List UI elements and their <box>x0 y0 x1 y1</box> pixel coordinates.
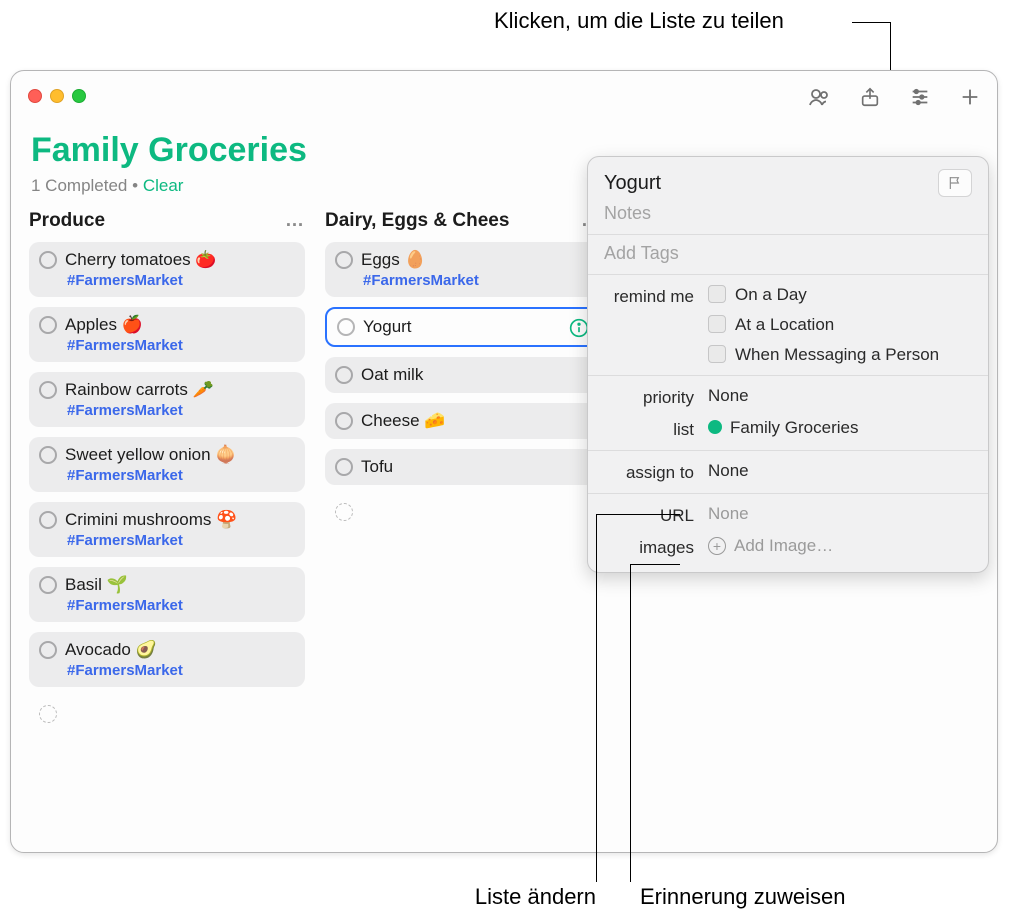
checkbox-icon[interactable] <box>39 511 57 529</box>
checkbox-icon[interactable] <box>335 412 353 430</box>
checkbox-icon[interactable] <box>335 458 353 476</box>
minimize-window-icon[interactable] <box>50 89 64 103</box>
notes-field[interactable]: Notes <box>604 203 972 224</box>
toolbar <box>803 81 987 113</box>
item-tag[interactable]: #FarmersMarket <box>67 597 293 614</box>
checkbox-icon[interactable] <box>39 576 57 594</box>
checkbox-icon[interactable] <box>335 251 353 269</box>
callout-line <box>596 514 597 882</box>
app-window: Family Groceries 1 Completed • Clear Pro… <box>10 70 998 853</box>
item-label: Apples 🍎 <box>65 315 143 335</box>
remind-label: remind me <box>604 285 708 307</box>
close-window-icon[interactable] <box>28 89 42 103</box>
details-panel: Yogurt Notes Add Tags remind me On a Day… <box>587 156 989 573</box>
images-label: images <box>604 536 708 558</box>
callout-line <box>596 514 680 515</box>
list-item[interactable]: Sweet yellow onion 🧅 #FarmersMarket <box>29 437 305 492</box>
checkbox-icon[interactable] <box>39 705 57 723</box>
column-produce: Produce … Cherry tomatoes 🍅 #FarmersMark… <box>29 210 305 741</box>
window-controls[interactable] <box>28 89 86 103</box>
item-label: Rainbow carrots 🥕 <box>65 380 214 400</box>
list-value[interactable]: Family Groceries <box>708 418 972 438</box>
share-icon[interactable] <box>853 81 887 113</box>
item-label: Oat milk <box>361 365 423 385</box>
item-label: Tofu <box>361 457 393 477</box>
remind-messaging-checkbox[interactable]: When Messaging a Person <box>708 345 972 365</box>
priority-value[interactable]: None <box>708 386 972 406</box>
list-item[interactable]: Cherry tomatoes 🍅 #FarmersMarket <box>29 242 305 297</box>
list-label: list <box>604 418 708 440</box>
item-tag[interactable]: #FarmersMarket <box>67 337 293 354</box>
remind-location-checkbox[interactable]: At a Location <box>708 315 972 335</box>
checkbox-icon[interactable] <box>337 318 355 336</box>
callout-change-list: Liste ändern <box>446 884 596 910</box>
item-label: Eggs 🥚 <box>361 250 426 270</box>
item-tag[interactable]: #FarmersMarket <box>67 402 293 419</box>
callout-line <box>630 564 680 565</box>
item-label: Sweet yellow onion 🧅 <box>65 445 236 465</box>
list-item[interactable]: Oat milk <box>325 357 601 393</box>
collaborate-icon[interactable] <box>803 81 837 113</box>
checkbox-icon[interactable] <box>39 446 57 464</box>
list-item[interactable]: Avocado 🥑 #FarmersMarket <box>29 632 305 687</box>
new-item[interactable] <box>325 495 601 529</box>
item-label: Crimini mushrooms 🍄 <box>65 510 237 530</box>
list-item[interactable]: Crimini mushrooms 🍄 #FarmersMarket <box>29 502 305 557</box>
item-tag[interactable]: #FarmersMarket <box>67 467 293 484</box>
list-item[interactable]: Rainbow carrots 🥕 #FarmersMarket <box>29 372 305 427</box>
item-tag[interactable]: #FarmersMarket <box>363 272 589 289</box>
column-title: Dairy, Eggs & Chees <box>325 210 509 232</box>
url-value[interactable]: None <box>708 504 972 524</box>
item-tag[interactable]: #FarmersMarket <box>67 272 293 289</box>
tags-field[interactable]: Add Tags <box>604 243 972 264</box>
item-label: Yogurt <box>363 317 412 337</box>
column-dairy: Dairy, Eggs & Chees … Eggs 🥚 #FarmersMar… <box>325 210 601 741</box>
item-label: Avocado 🥑 <box>65 640 157 660</box>
list-settings-icon[interactable] <box>903 81 937 113</box>
list-item[interactable]: Apples 🍎 #FarmersMarket <box>29 307 305 362</box>
remind-day-checkbox[interactable]: On a Day <box>708 285 972 305</box>
titlebar <box>11 71 997 121</box>
column-more-button[interactable]: … <box>285 210 305 232</box>
list-item[interactable]: Basil 🌱 #FarmersMarket <box>29 567 305 622</box>
item-label: Cherry tomatoes 🍅 <box>65 250 217 270</box>
item-tag[interactable]: #FarmersMarket <box>67 662 293 679</box>
callout-line <box>852 22 890 23</box>
list-color-dot-icon <box>708 420 722 434</box>
callout-line <box>630 564 631 882</box>
clear-button[interactable]: Clear <box>143 176 184 195</box>
assign-value[interactable]: None <box>708 461 972 481</box>
checkbox-icon[interactable] <box>39 381 57 399</box>
info-icon[interactable] <box>569 318 589 338</box>
completed-count: 1 Completed <box>31 176 127 195</box>
assign-label: assign to <box>604 461 708 483</box>
add-icon[interactable] <box>953 81 987 113</box>
checkbox-icon[interactable] <box>39 641 57 659</box>
flag-button[interactable] <box>938 169 972 197</box>
item-label: Basil 🌱 <box>65 575 128 595</box>
list-item[interactable]: Eggs 🥚 #FarmersMarket <box>325 242 601 297</box>
callout-assign: Erinnerung zuweisen <box>640 884 845 910</box>
url-label: URL <box>604 504 708 526</box>
fullscreen-window-icon[interactable] <box>72 89 86 103</box>
details-title[interactable]: Yogurt <box>604 172 661 195</box>
item-label: Cheese 🧀 <box>361 411 446 431</box>
callout-share: Klicken, um die Liste zu teilen <box>494 8 784 34</box>
new-item[interactable] <box>29 697 305 731</box>
list-item[interactable]: Tofu <box>325 449 601 485</box>
checkbox-icon[interactable] <box>335 503 353 521</box>
list-item[interactable]: Cheese 🧀 <box>325 403 601 439</box>
checkbox-icon[interactable] <box>39 251 57 269</box>
checkbox-icon[interactable] <box>335 366 353 384</box>
add-image-button[interactable]: + Add Image… <box>708 536 972 556</box>
checkbox-icon[interactable] <box>39 316 57 334</box>
list-item-selected[interactable]: Yogurt <box>325 307 601 347</box>
column-title: Produce <box>29 210 105 232</box>
priority-label: priority <box>604 386 708 408</box>
callout-line <box>890 22 891 76</box>
plus-circle-icon: + <box>708 537 726 555</box>
item-tag[interactable]: #FarmersMarket <box>67 532 293 549</box>
